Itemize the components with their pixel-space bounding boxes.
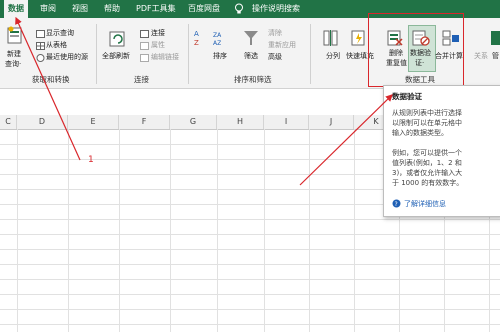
arrow-to-data-validation bbox=[299, 94, 393, 186]
arrow-to-data-tab bbox=[15, 16, 81, 161]
annotation-label: 1 bbox=[88, 155, 94, 165]
annotation-arrows bbox=[15, 16, 393, 186]
